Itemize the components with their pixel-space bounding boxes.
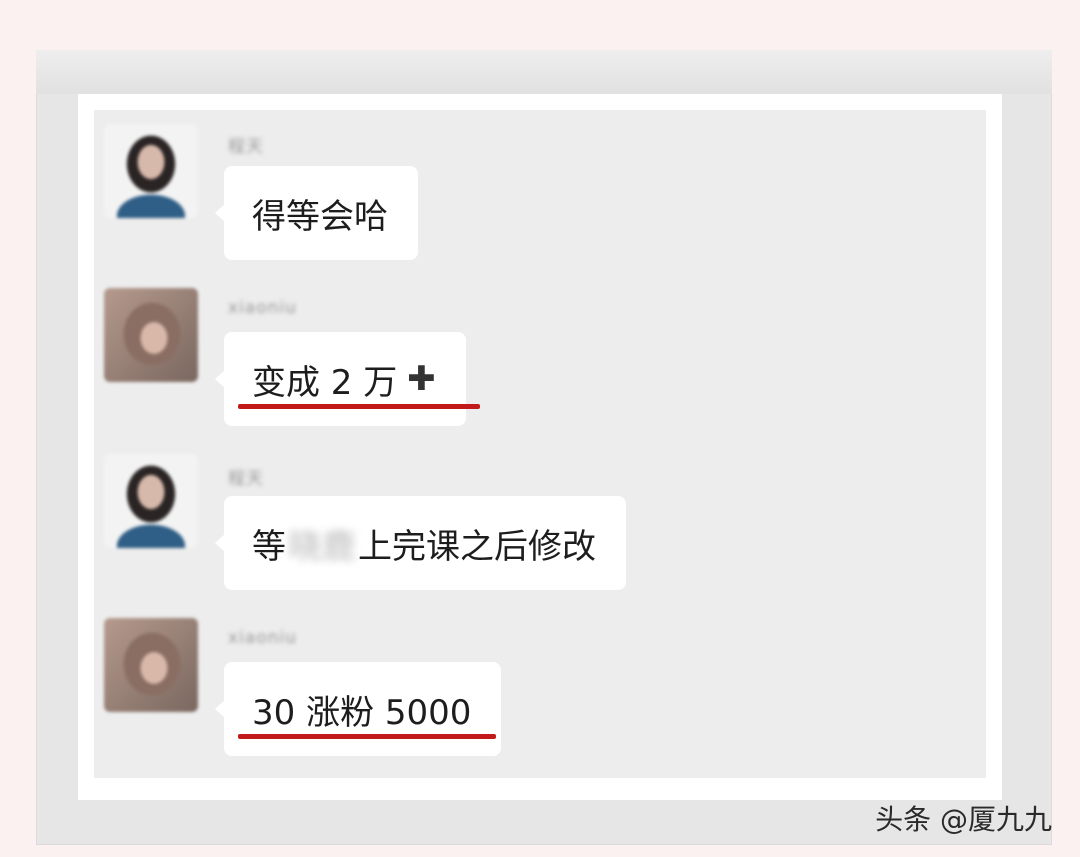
avatar[interactable] [104, 618, 198, 712]
avatar[interactable] [104, 124, 198, 218]
highlight-underline [238, 734, 496, 739]
sender-name: 程天 [228, 137, 264, 157]
watermark: 头条 @厦九九 [875, 803, 1052, 836]
message-bubble[interactable]: 得等会哈 [215, 166, 418, 260]
message-text-before: 等 [252, 526, 286, 567]
message-text: 得等会哈 [252, 196, 388, 237]
highlight-underline [238, 404, 480, 409]
redacted-name: 晓鹿 [288, 526, 356, 567]
sender-name: xiaoniu [228, 628, 297, 648]
message-text: 30 涨粉 5000 [252, 692, 472, 733]
message-text-after: 上完课之后修改 [358, 526, 596, 567]
message-text: 变成 2 万 [252, 362, 398, 403]
message-bubble[interactable]: 30 涨粉 5000 [214, 662, 502, 756]
plus-icon: ✚ [407, 359, 436, 399]
message-bubble[interactable]: 等 晓鹿 上完课之后修改 [215, 496, 626, 590]
chat-history[interactable]: 程天 得等会哈 xiaoniu 变成 2 万 ✚ 程天 等 晓鹿 上完课之后修改… [94, 110, 986, 778]
photo-frame-bevel [36, 50, 1052, 94]
sender-name: 程天 [228, 469, 264, 489]
avatar[interactable] [104, 288, 198, 382]
sender-name: xiaoniu [228, 298, 297, 318]
avatar[interactable] [104, 454, 198, 548]
message-bubble[interactable]: 变成 2 万 ✚ [215, 332, 466, 426]
